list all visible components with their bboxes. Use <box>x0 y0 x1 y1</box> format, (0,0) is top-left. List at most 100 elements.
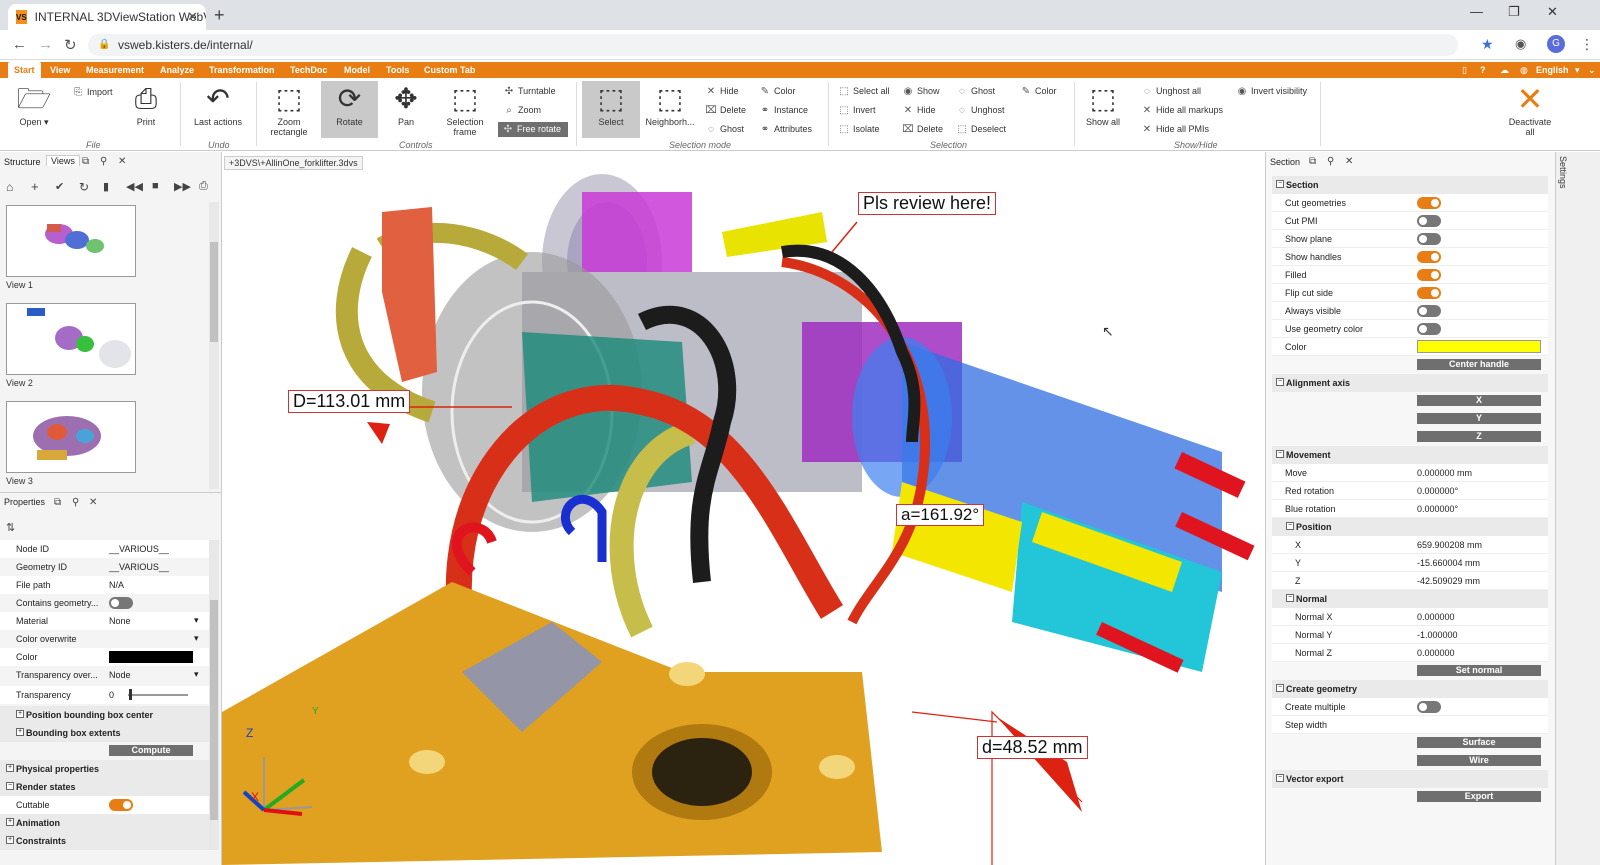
pin-icon[interactable]: ⚲ <box>100 156 107 167</box>
globe-icon[interactable]: ◍ <box>1520 62 1528 78</box>
use-geometry-color-toggle[interactable] <box>1417 323 1441 335</box>
close-panel-icon[interactable]: ✕ <box>118 156 126 167</box>
mode-delete-button[interactable]: ⌧ Delete <box>705 104 746 117</box>
material-select[interactable]: None <box>109 616 131 626</box>
chevron-down-icon[interactable]: ▾ <box>194 633 199 644</box>
collapse-icon[interactable]: − <box>6 782 14 790</box>
ghost-button[interactable]: ◌ Ghost <box>956 85 995 98</box>
browser-tab[interactable]: VS INTERNAL 3DViewStation WebV ✕ <box>8 4 206 30</box>
settings-tab[interactable]: Settings <box>1558 156 1568 189</box>
export-button[interactable]: Export <box>1417 791 1541 802</box>
url-field[interactable]: 🔒 vsweb.kisters.de/internal/ <box>88 34 1458 56</box>
reload-icon[interactable]: ↻ <box>64 36 77 54</box>
selection-frame-button[interactable]: ⬚ Selection frame <box>440 84 490 138</box>
cuttable-toggle[interactable] <box>109 799 133 811</box>
menu-techdoc[interactable]: TechDoc <box>284 62 333 78</box>
animation-section[interactable]: + Animation <box>0 814 210 832</box>
view-thumbnail[interactable] <box>6 205 136 277</box>
collapse-icon[interactable]: − <box>1276 180 1284 188</box>
expand-icon[interactable]: + <box>16 710 24 718</box>
hide-button[interactable]: ✕ Hide <box>902 104 936 117</box>
position-z-input[interactable]: -42.509029 mm <box>1417 576 1480 586</box>
views-scrollbar-thumb[interactable] <box>210 242 218 342</box>
zoom-button[interactable]: ⌕ Zoom <box>503 104 541 117</box>
tab-structure[interactable]: Structure <box>4 157 41 167</box>
create-multiple-toggle[interactable] <box>1417 701 1441 713</box>
surface-button[interactable]: Surface <box>1417 737 1541 748</box>
select-mode-button[interactable]: ⬚ Select <box>582 81 640 138</box>
3d-viewport[interactable]: +3DVS\+AllinOne_forklifter.3dvs Y Z X Pl… <box>222 152 1264 865</box>
last-actions-button[interactable]: ↶ Last actions <box>188 84 248 128</box>
hide-all-pmis-button[interactable]: ✕ Hide all PMIs <box>1141 123 1209 136</box>
transparency-slider-handle[interactable] <box>129 689 132 700</box>
normal-y-input[interactable]: -1.000000 <box>1417 630 1458 640</box>
home-icon[interactable]: ⌂ <box>6 180 13 194</box>
bbox-extents-section[interactable]: + Bounding box extents <box>0 724 210 742</box>
refresh-icon[interactable]: ↻ <box>79 180 89 194</box>
review-markup-callout[interactable]: Pls review here! <box>858 192 997 215</box>
properties-tab[interactable]: Properties <box>4 497 45 507</box>
show-plane-toggle[interactable] <box>1417 233 1441 245</box>
menu-analyze[interactable]: Analyze <box>154 62 200 78</box>
open-button[interactable]: 🗁 Open ▾ <box>12 84 56 128</box>
deactivate-all-button[interactable]: ✕ Deactivate all <box>1506 83 1554 137</box>
collapse-icon[interactable]: − <box>1276 450 1284 458</box>
undock-icon[interactable]: ⧉ <box>82 156 89 167</box>
deselect-button[interactable]: ⬚ Deselect <box>956 123 1006 136</box>
collapse-icon[interactable]: − <box>1286 522 1294 530</box>
language-select[interactable]: English <box>1536 62 1569 78</box>
turntable-button[interactable]: ✣ Turntable <box>503 85 556 98</box>
undock-icon[interactable]: ⧉ <box>54 497 61 508</box>
sort-icon[interactable]: ⇅ <box>6 521 15 534</box>
isolate-button[interactable]: ⬚ Isolate <box>838 123 879 136</box>
new-tab-icon[interactable]: + <box>214 5 225 26</box>
normal-group[interactable]: − Normal <box>1272 590 1548 608</box>
properties-scrollbar-thumb[interactable] <box>210 600 218 820</box>
cloud-icon[interactable]: ☁ <box>1500 62 1509 78</box>
menu-custom-tab[interactable]: Custom Tab <box>418 62 481 78</box>
constraints-section[interactable]: + Constraints <box>0 832 210 850</box>
render-states-section[interactable]: − Render states <box>0 778 210 796</box>
collapse-icon[interactable]: − <box>1276 774 1284 782</box>
expand-icon[interactable]: + <box>6 836 14 844</box>
show-handles-toggle[interactable] <box>1417 251 1441 263</box>
collapse-ribbon-icon[interactable]: ⌄ <box>1588 62 1596 78</box>
cut-geometries-toggle[interactable] <box>1417 197 1441 209</box>
language-chevron-down-icon[interactable]: ▾ <box>1575 62 1580 78</box>
avatar[interactable]: G <box>1547 35 1565 53</box>
forward-icon[interactable]: → <box>38 36 53 53</box>
view-thumbnail[interactable] <box>6 401 136 473</box>
close-panel-icon[interactable]: ✕ <box>1345 156 1353 167</box>
red-rotation-input[interactable]: 0.000000° <box>1417 486 1458 496</box>
views-scrollbar[interactable] <box>209 202 219 489</box>
menu-start[interactable]: Start <box>8 62 41 78</box>
restore-icon[interactable]: ❐ <box>1508 4 1520 20</box>
rewind-icon[interactable]: ◀◀ <box>126 180 143 193</box>
tab-views[interactable]: Views <box>46 155 80 166</box>
chevron-down-icon[interactable]: ▾ <box>194 669 199 680</box>
distance-measurement-label[interactable]: d=48.52 mm <box>977 736 1088 759</box>
align-z-button[interactable]: Z <box>1417 431 1541 442</box>
center-handle-button[interactable]: Center handle <box>1417 359 1541 370</box>
diameter-measurement-label[interactable]: D=113.01 mm <box>288 390 411 413</box>
trash-icon[interactable]: ▮ <box>103 180 109 193</box>
select-all-button[interactable]: ⬚ Select all <box>838 85 889 98</box>
expand-icon[interactable]: + <box>16 728 24 736</box>
position-bbox-section[interactable]: + Position bounding box center <box>0 706 210 724</box>
undock-icon[interactable]: ⧉ <box>1309 156 1316 167</box>
invert-selection-button[interactable]: ⬚ Invert <box>838 104 875 117</box>
menu-model[interactable]: Model <box>338 62 376 78</box>
fast-forward-icon[interactable]: ▶▶ <box>174 180 191 193</box>
menu-measurement[interactable]: Measurement <box>80 62 150 78</box>
pin-icon[interactable]: ⚲ <box>72 497 79 508</box>
instance-button[interactable]: ⚭ Instance <box>759 104 808 117</box>
filled-toggle[interactable] <box>1417 269 1441 281</box>
create-geometry-group[interactable]: − Create geometry <box>1272 680 1548 698</box>
expand-icon[interactable]: + <box>6 818 14 826</box>
unghost-button[interactable]: ◌ Unghost <box>956 104 1005 117</box>
transparency-override-select[interactable]: Node <box>109 670 131 680</box>
help-icon[interactable]: ? <box>1480 62 1486 78</box>
mode-ghost-button[interactable]: ◌ Ghost <box>705 123 744 136</box>
mode-color-button[interactable]: ✎ Color <box>759 85 796 98</box>
normal-z-input[interactable]: 0.000000 <box>1417 648 1455 658</box>
